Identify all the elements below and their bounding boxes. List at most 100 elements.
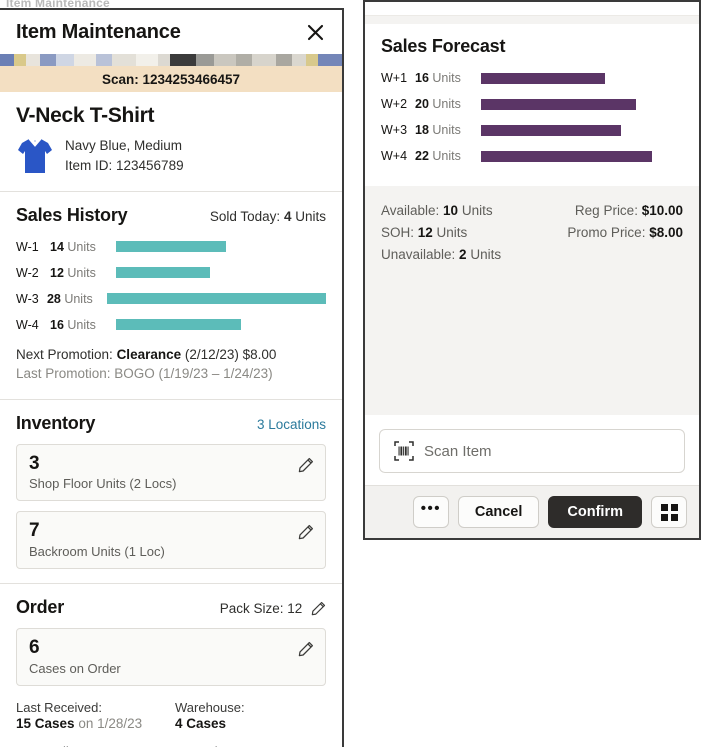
order-detail-cell: Warehouse: 4 Cases (175, 700, 326, 731)
bar-row: W-1 14 Units (16, 237, 326, 257)
bar-fill (481, 98, 636, 110)
promotions: Next Promotion: Clearance (2/12/23) $8.0… (16, 347, 326, 381)
close-icon[interactable] (302, 19, 328, 45)
last-promotion: Last Promotion: BOGO (1/19/23 – 1/24/23) (16, 365, 273, 381)
inventory-label: Backroom Units (1 Loc) (29, 544, 165, 560)
bar-row: W+4 22 Units (381, 146, 683, 166)
pencil-icon[interactable] (298, 457, 314, 473)
order-detail-value: 15 Cases on 1/28/23 (16, 716, 143, 732)
order-label: Cases on Order (29, 661, 121, 677)
sales-history-chart: W-1 14 Units W-2 12 Units W-3 28 Units W-4 16 U… (16, 237, 326, 335)
bar-category-label: W+1 (381, 71, 408, 85)
sales-history-section: Sales History Sold Today: 4 Units W-1 14 … (0, 192, 342, 399)
pack-size: Pack Size: 12 (220, 601, 326, 616)
item-maintenance-panel: Item Maintenance Scan: 1234253466457 V-N… (0, 8, 344, 747)
bar-track (107, 293, 326, 304)
pack-size-label: Pack Size: 12 (219, 601, 303, 617)
locations-link[interactable]: 3 Locations (257, 417, 326, 432)
pencil-icon[interactable] (311, 601, 326, 616)
bar-fill (481, 124, 621, 136)
bar-track (116, 267, 326, 278)
bar-category-label: W-3 (16, 291, 39, 306)
stat-line: Reg Price: $10.00 (574, 203, 683, 218)
inventory-card-backroom[interactable]: 7 Backroom Units (1 Loc) (16, 511, 326, 570)
next-promotion-name: Clearance (116, 346, 182, 362)
bar-value-label: 14 Units (50, 239, 96, 254)
inventory-card-shop-floor[interactable]: 3 Shop Floor Units (2 Locs) (16, 443, 326, 502)
stat-line: Unavailable: 2 Units (381, 246, 502, 262)
inventory-value: 3 (29, 452, 40, 474)
order-value: 6 (29, 637, 40, 659)
scan-banner: Scan: 1234253466457 (0, 66, 342, 92)
inventory-label: Shop Floor Units (2 Locs) (29, 476, 177, 492)
bar-fill (481, 72, 605, 84)
price-stats: Reg Price: $10.00 Promo Price: $8.00 (567, 200, 683, 399)
forecast-panel: Sales Forecast W+1 16 Units W+2 20 Units W+3… (363, 0, 701, 540)
bar-fill (481, 150, 652, 162)
cancel-button[interactable]: Cancel (457, 496, 540, 528)
panel-top-strip (365, 2, 699, 16)
bar-row: W+3 18 Units (381, 120, 683, 140)
sales-forecast-title: Sales Forecast (381, 36, 506, 56)
bar-track (116, 319, 326, 330)
item-attributes: Navy Blue, Medium (65, 138, 183, 153)
bar-row: W+1 16 Units (381, 68, 683, 88)
sold-today-label: Sold Today: (209, 208, 281, 224)
inventory-value: 7 (29, 520, 40, 542)
scan-area: Scan Item (365, 415, 699, 485)
scan-input-placeholder: Scan Item (424, 442, 492, 460)
grid-view-icon (660, 503, 678, 521)
next-promotion: Next Promotion: Clearance (2/12/23) $8.0… (16, 347, 326, 362)
bar-track (481, 72, 683, 84)
pencil-icon[interactable] (298, 641, 314, 657)
grid-view-button[interactable] (651, 496, 687, 528)
pencil-icon[interactable] (298, 524, 314, 540)
order-details: Last Received: 15 Cases on 1/28/23 Warehou… (16, 700, 326, 747)
stat-line: Promo Price: $8.00 (567, 224, 683, 240)
order-detail-cell: Last Received: 15 Cases on 1/28/23 (16, 700, 167, 731)
stat-line: SOH: 12 Units (381, 224, 468, 240)
sold-today: Sold Today: 4 Units (210, 209, 326, 224)
item-photo-strip (0, 54, 342, 66)
scan-input[interactable]: Scan Item (379, 429, 685, 473)
bar-fill (116, 241, 226, 252)
sales-history-title: Sales History (16, 204, 128, 225)
bar-category-label: W+3 (381, 123, 408, 137)
screenshot-root: Item Maintenance Item Maintenance Scan: … (0, 0, 714, 747)
order-section: Order Pack Size: 12 6 Cases on Order Las… (0, 584, 342, 747)
item-summary: V-Neck T-Shirt Navy Blue, Medium Item ID… (0, 92, 342, 191)
item-name: V-Neck T-Shirt (16, 104, 155, 127)
bar-row: W-3 28 Units (16, 289, 326, 309)
order-card[interactable]: 6 Cases on Order (16, 628, 326, 687)
panel-gap (365, 16, 699, 24)
bar-value-label: 16 Units (50, 317, 96, 332)
confirm-button[interactable]: Confirm (548, 496, 642, 528)
sold-today-unit: Units (295, 208, 326, 224)
more-options-icon: ••• (420, 500, 441, 517)
sales-forecast-section: Sales Forecast W+1 16 Units W+2 20 Units W+3… (365, 24, 699, 186)
bar-category-label: W+2 (381, 97, 408, 111)
sales-forecast-chart: W+1 16 Units W+2 20 Units W+3 18 Units W+4 22 U… (381, 68, 683, 166)
more-options-button[interactable]: ••• (412, 496, 449, 528)
bar-category-label: W-2 (16, 265, 39, 280)
bar-fill (107, 293, 326, 304)
stock-stats: Available: 10 Units SOH: 12 Units Unavaila… (381, 200, 501, 399)
bar-category-label: W-4 (16, 317, 39, 332)
bar-track (116, 241, 326, 252)
bar-value-label: 28 Units (46, 291, 93, 306)
bar-row: W-4 16 Units (16, 315, 326, 335)
sold-today-value: 4 (283, 208, 292, 224)
bar-value-label: 12 Units (50, 265, 96, 280)
panel-header: Item Maintenance (0, 10, 342, 54)
bar-fill (116, 267, 210, 278)
bar-value-label: 18 Units (415, 123, 461, 137)
order-detail-key: Last Received: (16, 700, 102, 716)
bar-value-label: 22 Units (415, 149, 461, 163)
stock-price-stats: Available: 10 Units SOH: 12 Units Unavaila… (365, 186, 699, 415)
bar-row: W+2 20 Units (381, 94, 683, 114)
bar-track (481, 150, 683, 162)
tshirt-thumbnail (18, 138, 52, 174)
bar-value-label: 16 Units (415, 71, 461, 85)
bar-fill (116, 319, 241, 330)
order-detail-value: 4 Cases (175, 716, 227, 732)
